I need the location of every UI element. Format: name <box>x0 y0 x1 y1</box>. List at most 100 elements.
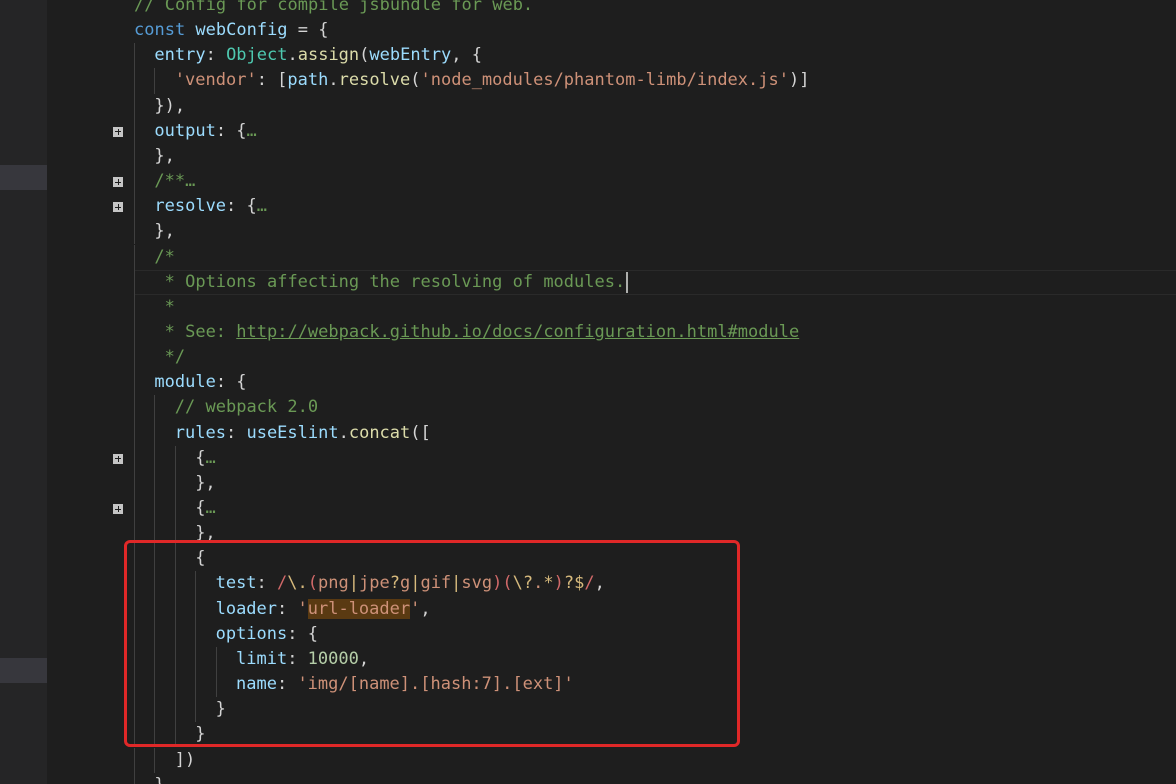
code-line[interactable]: module: { <box>154 370 246 395</box>
code-line[interactable]: }, <box>154 773 174 784</box>
code-line[interactable]: // webpack 2.0 <box>175 395 318 420</box>
code-line[interactable]: rules: useEslint.concat([ <box>175 421 431 446</box>
fold-expand-icon[interactable] <box>113 126 123 137</box>
code-line[interactable]: }, <box>154 144 174 169</box>
code-line[interactable]: }, <box>195 471 215 496</box>
red-annotation-box <box>124 540 740 747</box>
code-line[interactable]: 'vendor': [path.resolve('node_modules/ph… <box>175 68 810 93</box>
code-token: }, <box>154 775 174 784</box>
code-line[interactable]: /* <box>154 245 174 270</box>
code-token: const <box>134 20 196 41</box>
indent-guide <box>134 747 135 773</box>
code-token: ( <box>410 70 421 91</box>
indent-guide <box>174 445 176 471</box>
code-token: ]) <box>174 749 196 770</box>
code-line[interactable]: // Config for compile jsbundle for web. <box>134 0 533 18</box>
indent-guide <box>134 395 135 421</box>
fold-expand-icon[interactable] <box>113 202 123 213</box>
code-token: output <box>154 120 216 141</box>
code-token: { <box>195 498 206 518</box>
code-line[interactable]: }), <box>154 94 185 119</box>
code-token: // Config for compile jsbundle for web. <box>134 0 534 15</box>
code-line[interactable]: /**… <box>154 169 195 194</box>
fold-expand-icon[interactable] <box>113 453 123 464</box>
indent-guide <box>154 420 156 446</box>
code-line[interactable]: * <box>154 295 175 320</box>
line-number <box>47 320 102 345</box>
code-token: ( <box>359 45 370 66</box>
code-token: … <box>205 447 216 468</box>
indent-guide <box>154 445 156 471</box>
code-line[interactable]: * See: http://webpack.github.io/docs/con… <box>154 320 800 345</box>
indent-guide <box>154 68 156 94</box>
code-token: : { <box>226 196 257 217</box>
indent-guide <box>134 93 135 119</box>
code-line[interactable]: {… <box>195 446 216 471</box>
indent-guide <box>134 194 135 220</box>
code-token: { <box>195 447 206 468</box>
line-number <box>47 169 102 194</box>
code-line[interactable]: }, <box>154 219 174 244</box>
code-token: concat <box>348 422 411 443</box>
indent-guide <box>154 496 156 522</box>
code-token: … <box>246 120 257 141</box>
line-number <box>47 219 102 244</box>
code-token: : { <box>215 120 247 141</box>
indent-guide <box>154 747 156 773</box>
code-line[interactable]: resolve: {… <box>154 194 267 219</box>
line-number <box>47 345 102 370</box>
code-line[interactable]: {… <box>195 496 216 521</box>
text-cursor <box>625 271 628 293</box>
line-number <box>47 722 102 747</box>
code-token: , { <box>451 45 483 66</box>
indent-guide <box>134 370 135 396</box>
line-number <box>47 18 102 43</box>
line-number <box>47 144 102 169</box>
code-line[interactable]: */ <box>154 345 185 370</box>
fold-expand-icon[interactable] <box>113 177 123 188</box>
indent-guide <box>154 395 156 421</box>
code-token: )] <box>788 70 810 91</box>
code-token: /**… <box>154 171 196 192</box>
code-token: module <box>154 372 216 393</box>
fold-expand-icon[interactable] <box>113 504 123 514</box>
line-number <box>47 270 102 295</box>
code-token: . <box>328 70 339 91</box>
line-number <box>47 471 102 496</box>
line-number <box>47 773 102 784</box>
indent-guide <box>134 420 135 446</box>
line-number <box>47 521 102 546</box>
line-number <box>47 370 102 395</box>
code-token: 'vendor' <box>174 70 257 91</box>
code-token: resolve <box>154 196 227 217</box>
indent-guide <box>134 244 135 270</box>
code-token: // webpack 2.0 <box>174 397 319 418</box>
line-number <box>47 119 102 144</box>
code-token: webEntry <box>369 45 452 66</box>
sidebar-selection-marker[interactable] <box>0 165 47 190</box>
line-number <box>47 0 102 18</box>
code-token: ([ <box>410 422 431 443</box>
code-token: webConfig <box>195 20 288 41</box>
sidebar-selection-marker[interactable] <box>0 658 47 683</box>
code-token: entry <box>154 45 206 66</box>
code-line[interactable]: entry: Object.assign(webEntry, { <box>154 43 482 68</box>
indent-guide <box>134 269 135 295</box>
code-line[interactable]: const webConfig = { <box>134 18 329 43</box>
indent-guide <box>134 294 135 320</box>
line-number <box>47 295 102 320</box>
line-number <box>47 672 102 697</box>
line-number <box>47 647 102 672</box>
code-line[interactable]: * Options affecting the resolving of mod… <box>154 270 626 295</box>
code-line[interactable]: ]) <box>175 748 195 773</box>
code-line[interactable]: output: {… <box>154 119 256 144</box>
code-token: . <box>338 422 349 443</box>
code-editor[interactable]: // Config for compile jsbundle for web. c… <box>0 0 1176 784</box>
indent-guide <box>174 470 176 496</box>
code-token: }), <box>154 95 186 116</box>
code-token: assign <box>297 45 360 66</box>
line-number <box>47 94 102 119</box>
indent-guide <box>134 496 135 522</box>
line-number <box>47 622 102 647</box>
code-token: }, <box>195 472 216 493</box>
